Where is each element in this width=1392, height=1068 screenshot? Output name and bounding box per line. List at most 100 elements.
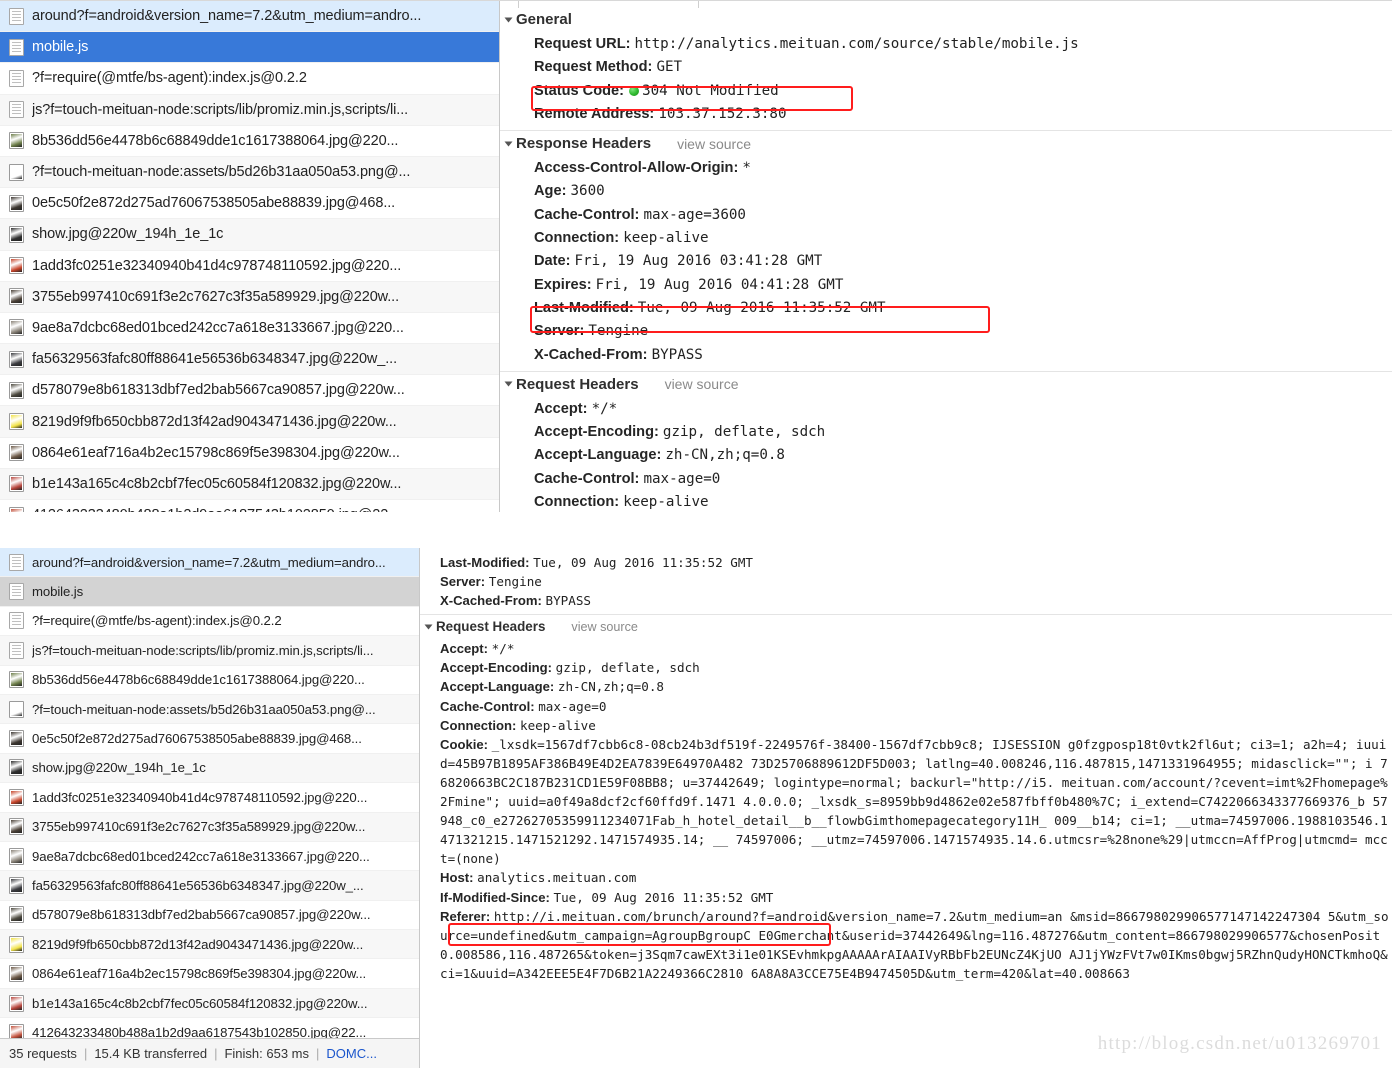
request-list-item[interactable]: 0e5c50f2e872d275ad76067538505abe88839.jp… — [0, 188, 499, 220]
request-name: js?f=touch-meituan-node:scripts/lib/prom… — [32, 642, 374, 658]
request-list-item[interactable]: fa56329563fafc80ff88641e56536b6348347.jp… — [0, 871, 419, 901]
status-domcontentloaded: DOMC... — [326, 1046, 377, 1061]
thumbnail-preview — [11, 996, 22, 1010]
request-list-item[interactable]: js?f=touch-meituan-node:scripts/lib/prom… — [0, 94, 499, 126]
header-row: X-Cached-From: BYPASS — [420, 591, 1392, 610]
header-key: Connection: — [534, 494, 624, 511]
request-list-item[interactable]: 8b536dd56e4478b6c68849dde1c1617388064.jp… — [0, 666, 419, 695]
section-header-response-headers[interactable]: Response Headers view source — [500, 130, 1392, 157]
request-name: 1add3fc0251e32340940b41d4c978748110592.j… — [32, 789, 368, 805]
request-list-item[interactable]: show.jpg@220w_194h_1e_1c — [0, 219, 499, 251]
request-list-item[interactable]: 3755eb997410c691f3e2c7627c3f35a589929.jp… — [0, 812, 419, 842]
header-row: Accept: */* — [500, 398, 1392, 421]
request-list-item[interactable]: 0864e61eaf716a4b2ec15798c869f5e398304.jp… — [0, 438, 499, 469]
request-list-item[interactable]: 1add3fc0251e32340940b41d4c978748110592.j… — [0, 783, 419, 813]
header-row: Host: analytics.meituan.com — [420, 868, 1392, 887]
header-row: Age: 3600 — [500, 180, 1392, 203]
header-row: Connection: keep-alive — [420, 716, 1392, 735]
request-name: ?f=touch-meituan-node:assets/b5d26b31aa0… — [32, 701, 376, 717]
request-name: b1e143a165c4c8b2cbf7fec05c60584f120832.j… — [32, 475, 402, 492]
thumbnail-preview — [11, 878, 22, 892]
request-list-item[interactable]: d578079e8b618313dbf7ed2bab5667ca90857.jp… — [0, 901, 419, 931]
network-request-list-top[interactable]: around?f=android&version_name=7.2&utm_me… — [0, 1, 500, 512]
response-header-rows: Access-Control-Allow-Origin: * Age: 3600 C… — [500, 156, 1392, 371]
document-icon — [9, 7, 24, 25]
network-request-list-bottom[interactable]: around?f=android&version_name=7.2&utm_me… — [0, 548, 420, 1068]
header-value: 304 Not Modified — [642, 82, 779, 99]
header-value: zh-CN,zh;q=0.8 — [665, 447, 785, 464]
request-list-item[interactable]: around?f=android&version_name=7.2&utm_me… — [0, 548, 419, 578]
request-header-rows-bottom: Accept: */* Accept-Encoding: gzip, deflat… — [420, 638, 1392, 987]
request-name: 8219d9f9fb650cbb872d13f42ad9043471436.jp… — [32, 936, 364, 952]
request-list-item[interactable]: js?f=touch-meituan-node:scripts/lib/prom… — [0, 636, 419, 666]
header-key: Last-Modified: — [440, 555, 534, 570]
request-list-item[interactable]: b1e143a165c4c8b2cbf7fec05c60584f120832.j… — [0, 468, 499, 500]
request-list-item[interactable]: ?f=require(@mtfe/bs-agent):index.js@0.2.… — [0, 63, 499, 95]
request-list-item[interactable]: around?f=android&version_name=7.2&utm_me… — [0, 1, 499, 33]
header-key: Accept-Language: — [440, 679, 558, 695]
request-list-item[interactable]: 8219d9f9fb650cbb872d13f42ad9043471436.jp… — [0, 406, 499, 438]
request-list-item[interactable]: 0864e61eaf716a4b2ec15798c869f5e398304.jp… — [0, 959, 419, 989]
thumbnail-preview — [11, 415, 22, 429]
request-list-item[interactable]: ?f=touch-meituan-node:assets/b5d26b31aa0… — [0, 156, 499, 189]
header-row: Cache-Control: max-age=0 — [500, 468, 1392, 491]
view-source-link-request-bottom[interactable]: view source — [571, 620, 638, 634]
request-list-item[interactable]: 3755eb997410c691f3e2c7627c3f35a589929.jp… — [0, 281, 499, 313]
request-list-item[interactable]: show.jpg@220w_194h_1e_1c — [0, 753, 419, 784]
section-header-general[interactable]: General — [500, 7, 1392, 32]
view-source-link-response[interactable]: view source — [677, 136, 751, 152]
request-rows-top[interactable]: around?f=android&version_name=7.2&utm_me… — [0, 1, 499, 512]
request-name: js?f=touch-meituan-node:scripts/lib/prom… — [32, 101, 409, 118]
view-source-link-request[interactable]: view source — [665, 376, 739, 392]
thumbnail-preview — [11, 165, 22, 179]
request-name: 3755eb997410c691f3e2c7627c3f35a589929.jp… — [32, 288, 400, 305]
header-value: http://i.meituan.com/brunch/around?f=and… — [440, 908, 1389, 981]
document-icon — [9, 583, 24, 601]
section-header-request-headers[interactable]: Request Headers view source — [500, 370, 1392, 397]
request-list-item[interactable]: 412643233480b488a1b2d9aa6187543b102850.j… — [0, 1018, 419, 1038]
request-list-item[interactable]: 9ae8a7dcbc68ed01bced242cc7a618e3133667.j… — [0, 842, 419, 872]
request-header-rows: Accept: */* Accept-Encoding: gzip, deflat… — [500, 397, 1392, 512]
request-rows-bottom[interactable]: around?f=android&version_name=7.2&utm_me… — [0, 548, 419, 1038]
header-row: Expires: Fri, 19 Aug 2016 04:41:28 GMT — [500, 274, 1392, 297]
request-name: 0e5c50f2e872d275ad76067538505abe88839.jp… — [32, 731, 362, 747]
header-value: Tue, 09 Aug 2016 11:35:52 GMT — [637, 299, 886, 316]
header-value: Fri, 19 Aug 2016 04:41:28 GMT — [595, 276, 844, 293]
image-icon — [9, 671, 24, 689]
request-list-item[interactable]: 1add3fc0251e32340940b41d4c978748110592.j… — [0, 251, 499, 282]
header-key: Accept-Encoding: — [534, 424, 663, 441]
request-name: around?f=android&version_name=7.2&utm_me… — [32, 554, 386, 570]
document-icon — [9, 612, 24, 630]
request-list-item[interactable]: 8219d9f9fb650cbb872d13f42ad9043471436.jp… — [0, 930, 419, 960]
section-header-request-headers-bottom[interactable]: Request Headers view source — [420, 614, 1392, 639]
header-value: keep-alive — [623, 230, 709, 247]
header-key: Cookie: — [440, 736, 492, 752]
header-key: Accept-Language: — [534, 447, 666, 464]
request-list-item[interactable]: ?f=touch-meituan-node:assets/b5d26b31aa0… — [0, 694, 419, 725]
pane-tick — [698, 1, 699, 8]
header-value: Tue, 09 Aug 2016 11:35:52 GMT — [533, 555, 753, 570]
request-name: 1add3fc0251e32340940b41d4c978748110592.j… — [32, 257, 402, 274]
header-key: Request URL: — [534, 36, 635, 52]
request-list-item[interactable]: mobile.js — [0, 32, 499, 64]
request-list-item[interactable]: d578079e8b618313dbf7ed2bab5667ca90857.jp… — [0, 375, 499, 407]
header-key: Connection: — [534, 230, 624, 247]
image-icon — [9, 444, 24, 462]
request-list-item[interactable]: mobile.js — [0, 577, 419, 607]
status-requests: 35 requests — [9, 1046, 77, 1061]
header-key: Connection: — [440, 717, 521, 733]
header-row: Remote Address: 103.37.152.3:80 — [500, 103, 1392, 126]
header-value: */* — [491, 641, 515, 657]
header-value: http://analytics.meituan.com/source/stab… — [634, 36, 1079, 52]
header-row: Request Method: GET — [500, 56, 1392, 79]
request-list-item[interactable]: 0e5c50f2e872d275ad76067538505abe88839.jp… — [0, 724, 419, 754]
request-list-item[interactable]: b1e143a165c4c8b2cbf7fec05c60584f120832.j… — [0, 988, 419, 1019]
thumbnail-preview — [11, 477, 22, 491]
request-list-item[interactable]: fa56329563fafc80ff88641e56536b6348347.jp… — [0, 344, 499, 376]
request-list-item[interactable]: 8b536dd56e4478b6c68849dde1c1617388064.jp… — [0, 126, 499, 157]
request-list-item[interactable]: 9ae8a7dcbc68ed01bced242cc7a618e3133667.j… — [0, 313, 499, 345]
request-name: 0864e61eaf716a4b2ec15798c869f5e398304.jp… — [32, 966, 367, 982]
header-row: If-Modified-Since: Tue, 09 Aug 2016 11:3… — [420, 888, 1392, 907]
request-list-item[interactable]: 412643233480b488a1b2d9aa6187543b102850.j… — [0, 500, 499, 512]
request-list-item[interactable]: ?f=require(@mtfe/bs-agent):index.js@0.2.… — [0, 607, 419, 637]
